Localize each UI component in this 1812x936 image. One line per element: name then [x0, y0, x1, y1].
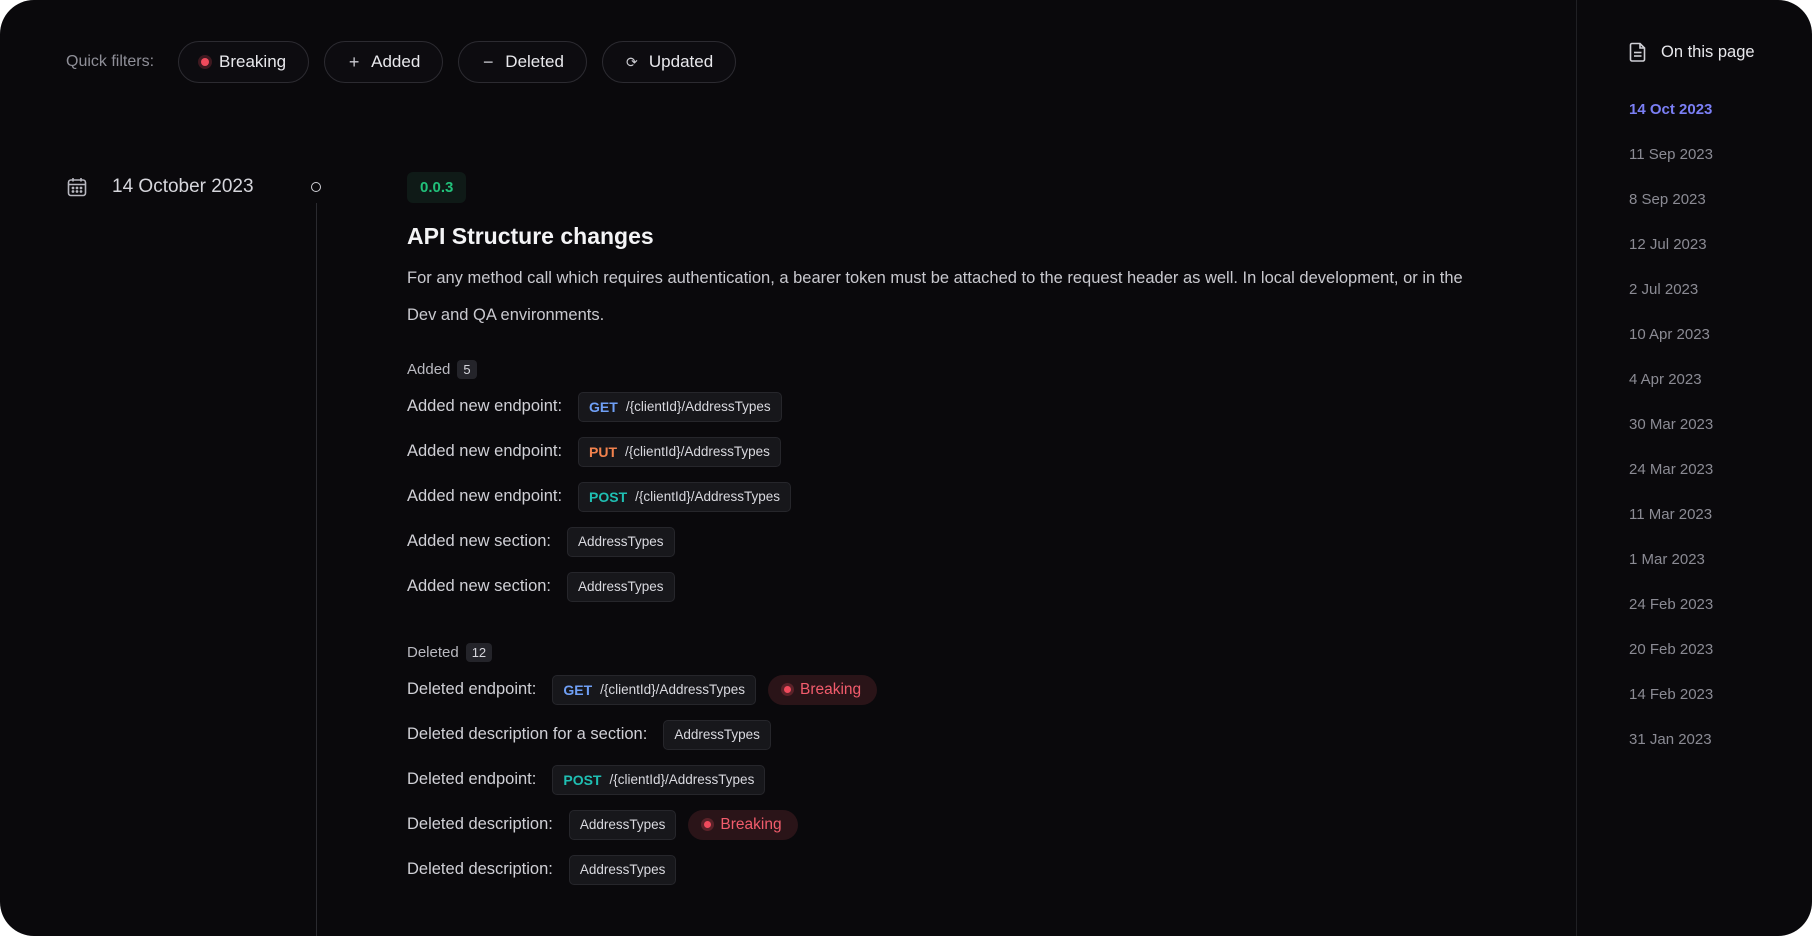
toc-link[interactable]: 14 Oct 2023 [1629, 101, 1713, 146]
red-dot-icon [704, 821, 712, 828]
deleted-list: Deleted endpoint: GET /{clientId}/Addres… [407, 667, 1487, 892]
change-text: Deleted endpoint: [407, 770, 537, 788]
http-method: POST [589, 488, 628, 505]
calendar-icon [67, 178, 87, 197]
timeline-line [316, 203, 317, 936]
plus-icon: + [348, 52, 360, 72]
change-row: Added new section: AddressTypes [407, 519, 1487, 564]
change-row: Added new section: AddressTypes [407, 564, 1487, 609]
entry-date: 14 October 2023 [66, 176, 254, 198]
endpoint-path: /{clientId}/AddressTypes [609, 772, 755, 787]
change-text: Added new endpoint: [407, 397, 563, 415]
toc-link[interactable]: 11 Sep 2023 [1629, 146, 1713, 191]
entry-date-text: 14 October 2023 [112, 176, 254, 197]
change-text: Deleted endpoint: [407, 680, 537, 698]
filter-label: Deleted [505, 52, 564, 71]
deleted-section-header: Deleted 12 [407, 643, 1487, 662]
toc-list: 14 Oct 2023 11 Sep 2023 8 Sep 2023 12 Jul 2… [1629, 101, 1713, 776]
filter-label: Updated [648, 52, 714, 71]
change-text: Deleted description: [407, 860, 553, 878]
endpoint-path: /{clientId}/AddressTypes [625, 399, 771, 414]
http-method: POST [563, 771, 602, 788]
http-method: PUT [589, 443, 618, 460]
added-list: Added new endpoint: GET /{clientId}/Addr… [407, 384, 1487, 609]
endpoint-tag[interactable]: POST /{clientId}/AddressTypes [578, 481, 792, 512]
filter-label: Added [371, 52, 421, 71]
minus-icon: − [483, 52, 494, 72]
toc-link[interactable]: 1 Mar 2023 [1629, 551, 1713, 596]
toc-link[interactable]: 24 Mar 2023 [1629, 461, 1713, 506]
toc-link[interactable]: 31 Jan 2023 [1629, 731, 1713, 776]
endpoint-tag[interactable]: GET /{clientId}/AddressTypes [578, 391, 782, 422]
change-row: Deleted description: AddressTypes Breaki… [407, 802, 1487, 847]
on-this-page-title: On this page [1661, 42, 1755, 61]
toc-link[interactable]: 12 Jul 2023 [1629, 236, 1713, 281]
section-tag[interactable]: AddressTypes [568, 854, 677, 885]
http-method: GET [563, 681, 593, 698]
change-row: Deleted description for a section: Addre… [407, 712, 1487, 757]
red-dot-icon [201, 58, 210, 66]
added-section-header: Added 5 [407, 360, 1487, 379]
document-icon [1629, 42, 1646, 62]
quick-filters-label: Quick filters: [66, 53, 155, 70]
change-row: Deleted endpoint: GET /{clientId}/Addres… [407, 667, 1487, 712]
timeline-marker [311, 182, 321, 192]
change-text: Deleted description: [407, 815, 553, 833]
endpoint-path: /{clientId}/AddressTypes [635, 489, 781, 504]
change-row: Added new endpoint: POST /{clientId}/Add… [407, 474, 1487, 519]
change-text: Deleted description for a section: [407, 725, 648, 743]
breaking-label: Breaking [720, 815, 782, 833]
http-method: GET [589, 398, 618, 415]
section-tag[interactable]: AddressTypes [663, 719, 771, 750]
changelog-main: Quick filters: Breaking + Added − Delete… [0, 0, 1576, 936]
quick-filters: Quick filters: Breaking + Added − Delete… [66, 40, 751, 84]
toc-link[interactable]: 20 Feb 2023 [1629, 641, 1713, 686]
count-badge: 12 [465, 643, 493, 662]
section-label: Added [407, 361, 451, 378]
toc-link[interactable]: 4 Apr 2023 [1629, 371, 1713, 416]
endpoint-path: /{clientId}/AddressTypes [625, 444, 770, 459]
toc-link[interactable]: 2 Jul 2023 [1629, 281, 1713, 326]
toc-link[interactable]: 11 Mar 2023 [1629, 506, 1713, 551]
breaking-badge: Breaking [688, 809, 798, 840]
toc-link[interactable]: 30 Mar 2023 [1629, 416, 1713, 461]
section-label: Deleted [407, 644, 459, 661]
breaking-label: Breaking [799, 680, 862, 698]
filter-label: Breaking [219, 52, 287, 71]
toc-link[interactable]: 24 Feb 2023 [1629, 596, 1713, 641]
count-badge: 5 [457, 360, 477, 379]
endpoint-tag[interactable]: POST /{clientId}/AddressTypes [552, 764, 766, 795]
toc-link[interactable]: 8 Sep 2023 [1629, 191, 1713, 236]
red-dot-icon [783, 686, 791, 693]
endpoint-path: /{clientId}/AddressTypes [600, 682, 745, 697]
section-tag[interactable]: AddressTypes [568, 809, 677, 840]
toc-link[interactable]: 10 Apr 2023 [1629, 326, 1713, 371]
on-this-page-header: On this page [1629, 42, 1755, 62]
filter-breaking-button[interactable]: Breaking [178, 41, 310, 83]
endpoint-tag[interactable]: PUT /{clientId}/AddressTypes [578, 436, 781, 467]
app-frame: Quick filters: Breaking + Added − Delete… [0, 0, 1812, 936]
refresh-icon: ⟳ [626, 54, 638, 70]
change-text: Added new section: [407, 577, 552, 595]
endpoint-tag[interactable]: GET /{clientId}/AddressTypes [552, 674, 756, 705]
filter-added-button[interactable]: + Added [324, 41, 444, 83]
version-badge: 0.0.3 [407, 172, 467, 203]
release-description: For any method call which requires authe… [407, 269, 1463, 324]
on-this-page-sidebar: On this page 14 Oct 2023 11 Sep 2023 8 Sep… [1576, 0, 1812, 936]
change-text: Added new endpoint: [407, 442, 563, 460]
filter-updated-button[interactable]: ⟳ Updated [601, 41, 737, 83]
change-row: Added new endpoint: PUT /{clientId}/Addr… [407, 429, 1487, 474]
change-row: Deleted endpoint: POST /{clientId}/Addre… [407, 757, 1487, 802]
toc-link[interactable]: 14 Feb 2023 [1629, 686, 1713, 731]
change-row: Deleted description: AddressTypes [407, 847, 1487, 892]
release-title: API Structure changes [407, 223, 654, 249]
change-text: Added new section: [407, 532, 552, 550]
release-entry: 0.0.3 API Structure changes For any meth… [407, 172, 1487, 892]
section-tag[interactable]: AddressTypes [567, 571, 675, 602]
change-row: Added new endpoint: GET /{clientId}/Addr… [407, 384, 1487, 429]
section-tag[interactable]: AddressTypes [567, 526, 675, 557]
change-text: Added new endpoint: [407, 487, 563, 505]
breaking-badge: Breaking [767, 674, 878, 705]
filter-deleted-button[interactable]: − Deleted [458, 41, 587, 83]
